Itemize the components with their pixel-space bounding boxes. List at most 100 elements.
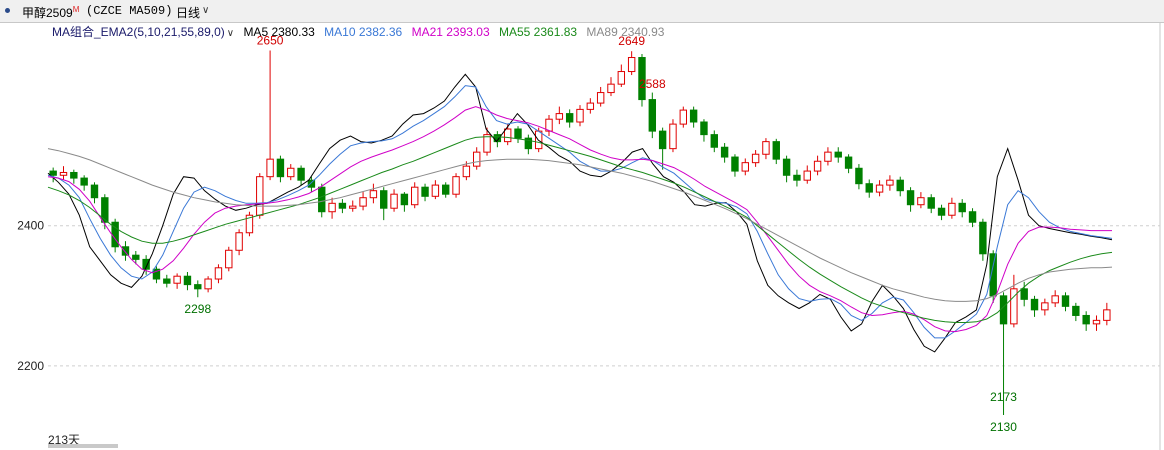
chevron-down-icon[interactable]: ∨ — [202, 5, 209, 16]
candle-body — [679, 109, 688, 125]
candle-body — [689, 109, 698, 123]
candle-body — [328, 202, 336, 213]
candle-body — [782, 158, 791, 176]
candle-body — [80, 177, 88, 186]
candle-body — [648, 99, 657, 132]
candle-body — [287, 167, 295, 178]
candle-body — [824, 151, 832, 162]
candle-body — [896, 179, 904, 192]
contract-code: (CZCE MA509) — [86, 4, 173, 18]
candle-body — [834, 151, 842, 158]
candle-body — [741, 162, 749, 172]
candle-body — [101, 197, 109, 223]
candle-body — [163, 278, 171, 284]
candle-body — [927, 197, 935, 209]
candle-body — [70, 171, 78, 179]
candle-body — [297, 167, 305, 181]
candle-body — [844, 156, 853, 169]
candle-body — [855, 167, 863, 185]
candle-body — [1051, 295, 1059, 304]
candle-body — [865, 183, 873, 193]
candle-body — [390, 193, 398, 209]
candle-body — [586, 102, 595, 110]
candle-body — [793, 174, 801, 181]
candle-body — [669, 123, 677, 150]
candle-body — [1020, 288, 1028, 300]
candle-body — [1103, 309, 1111, 321]
candle-body — [617, 71, 626, 85]
candle-body — [627, 57, 636, 73]
candle-body — [886, 179, 894, 186]
candle-body — [1041, 302, 1049, 311]
candle-body — [968, 211, 977, 223]
scrollbar[interactable] — [48, 444, 118, 448]
candle-body — [59, 171, 68, 176]
candle-body — [979, 221, 987, 255]
candle-body — [762, 141, 770, 155]
candle-body — [596, 92, 605, 104]
y-tick-label: 2400 — [17, 219, 44, 233]
candle-body — [1061, 295, 1070, 307]
candle-body — [121, 246, 130, 256]
period-selector[interactable]: 日线 — [176, 4, 200, 21]
candle-body — [503, 128, 512, 143]
candle-body — [576, 108, 584, 123]
candle-body — [1030, 298, 1039, 311]
candle-body — [183, 275, 192, 286]
candle-body — [917, 197, 925, 206]
candle-body — [307, 179, 316, 188]
candle-body — [132, 254, 140, 260]
candle-body — [472, 151, 481, 167]
candle-body — [411, 186, 419, 206]
candle-body — [875, 184, 884, 193]
contract-name[interactable]: 甲醇2509M — [22, 4, 79, 21]
main-contract-mark: M — [72, 5, 80, 14]
candle-body — [204, 278, 212, 290]
candle-body — [700, 121, 708, 136]
y-tick-label: 2200 — [17, 359, 44, 373]
candle-body — [1072, 305, 1080, 316]
candle-body — [266, 158, 274, 178]
candle-body — [731, 156, 739, 172]
candle-body — [173, 275, 181, 284]
candle-body — [937, 207, 946, 216]
candle-body — [442, 184, 450, 195]
candle-body — [421, 186, 429, 197]
candle-body — [276, 158, 285, 178]
candle-body — [318, 186, 326, 213]
bullet-icon — [5, 8, 10, 13]
candle-body — [1092, 319, 1101, 325]
candle-body — [194, 284, 202, 290]
candlestick-chart[interactable]: 2400 2200 2650 2649 2588 2298 2130 2173 — [0, 22, 1164, 450]
annotation-low: 2298 — [184, 302, 211, 316]
candle-body — [720, 146, 729, 158]
candle-body — [225, 249, 233, 269]
annotation-high: 2588 — [639, 77, 666, 91]
annotation-low: 2130 — [990, 420, 1017, 434]
candle-body — [813, 160, 822, 172]
title-bar: 甲醇2509M (CZCE MA509) 日线 ∨ — [0, 0, 1164, 23]
candle-body — [235, 232, 243, 251]
annotation-low: 2173 — [990, 390, 1017, 404]
candle-body — [514, 128, 522, 139]
candle-body — [1082, 314, 1090, 325]
candle-body — [431, 184, 440, 197]
candle-body — [452, 176, 460, 195]
candle-body — [607, 83, 615, 94]
candle-body — [369, 190, 378, 199]
candle-body — [462, 165, 471, 178]
candle-body — [565, 113, 574, 123]
annotation-high: 2649 — [618, 34, 645, 48]
candle-body — [359, 197, 367, 207]
candle-body — [999, 295, 1008, 325]
candle-body — [772, 141, 780, 160]
candle-body — [751, 153, 760, 164]
candle-body — [948, 202, 956, 216]
candle-body — [400, 193, 409, 206]
candle-body — [958, 202, 966, 213]
ma-line-ma21 — [47, 106, 1112, 333]
candle-body — [349, 205, 357, 209]
annotation-high: 2650 — [257, 34, 284, 48]
candle-body — [380, 190, 388, 209]
candle-body — [256, 176, 264, 216]
